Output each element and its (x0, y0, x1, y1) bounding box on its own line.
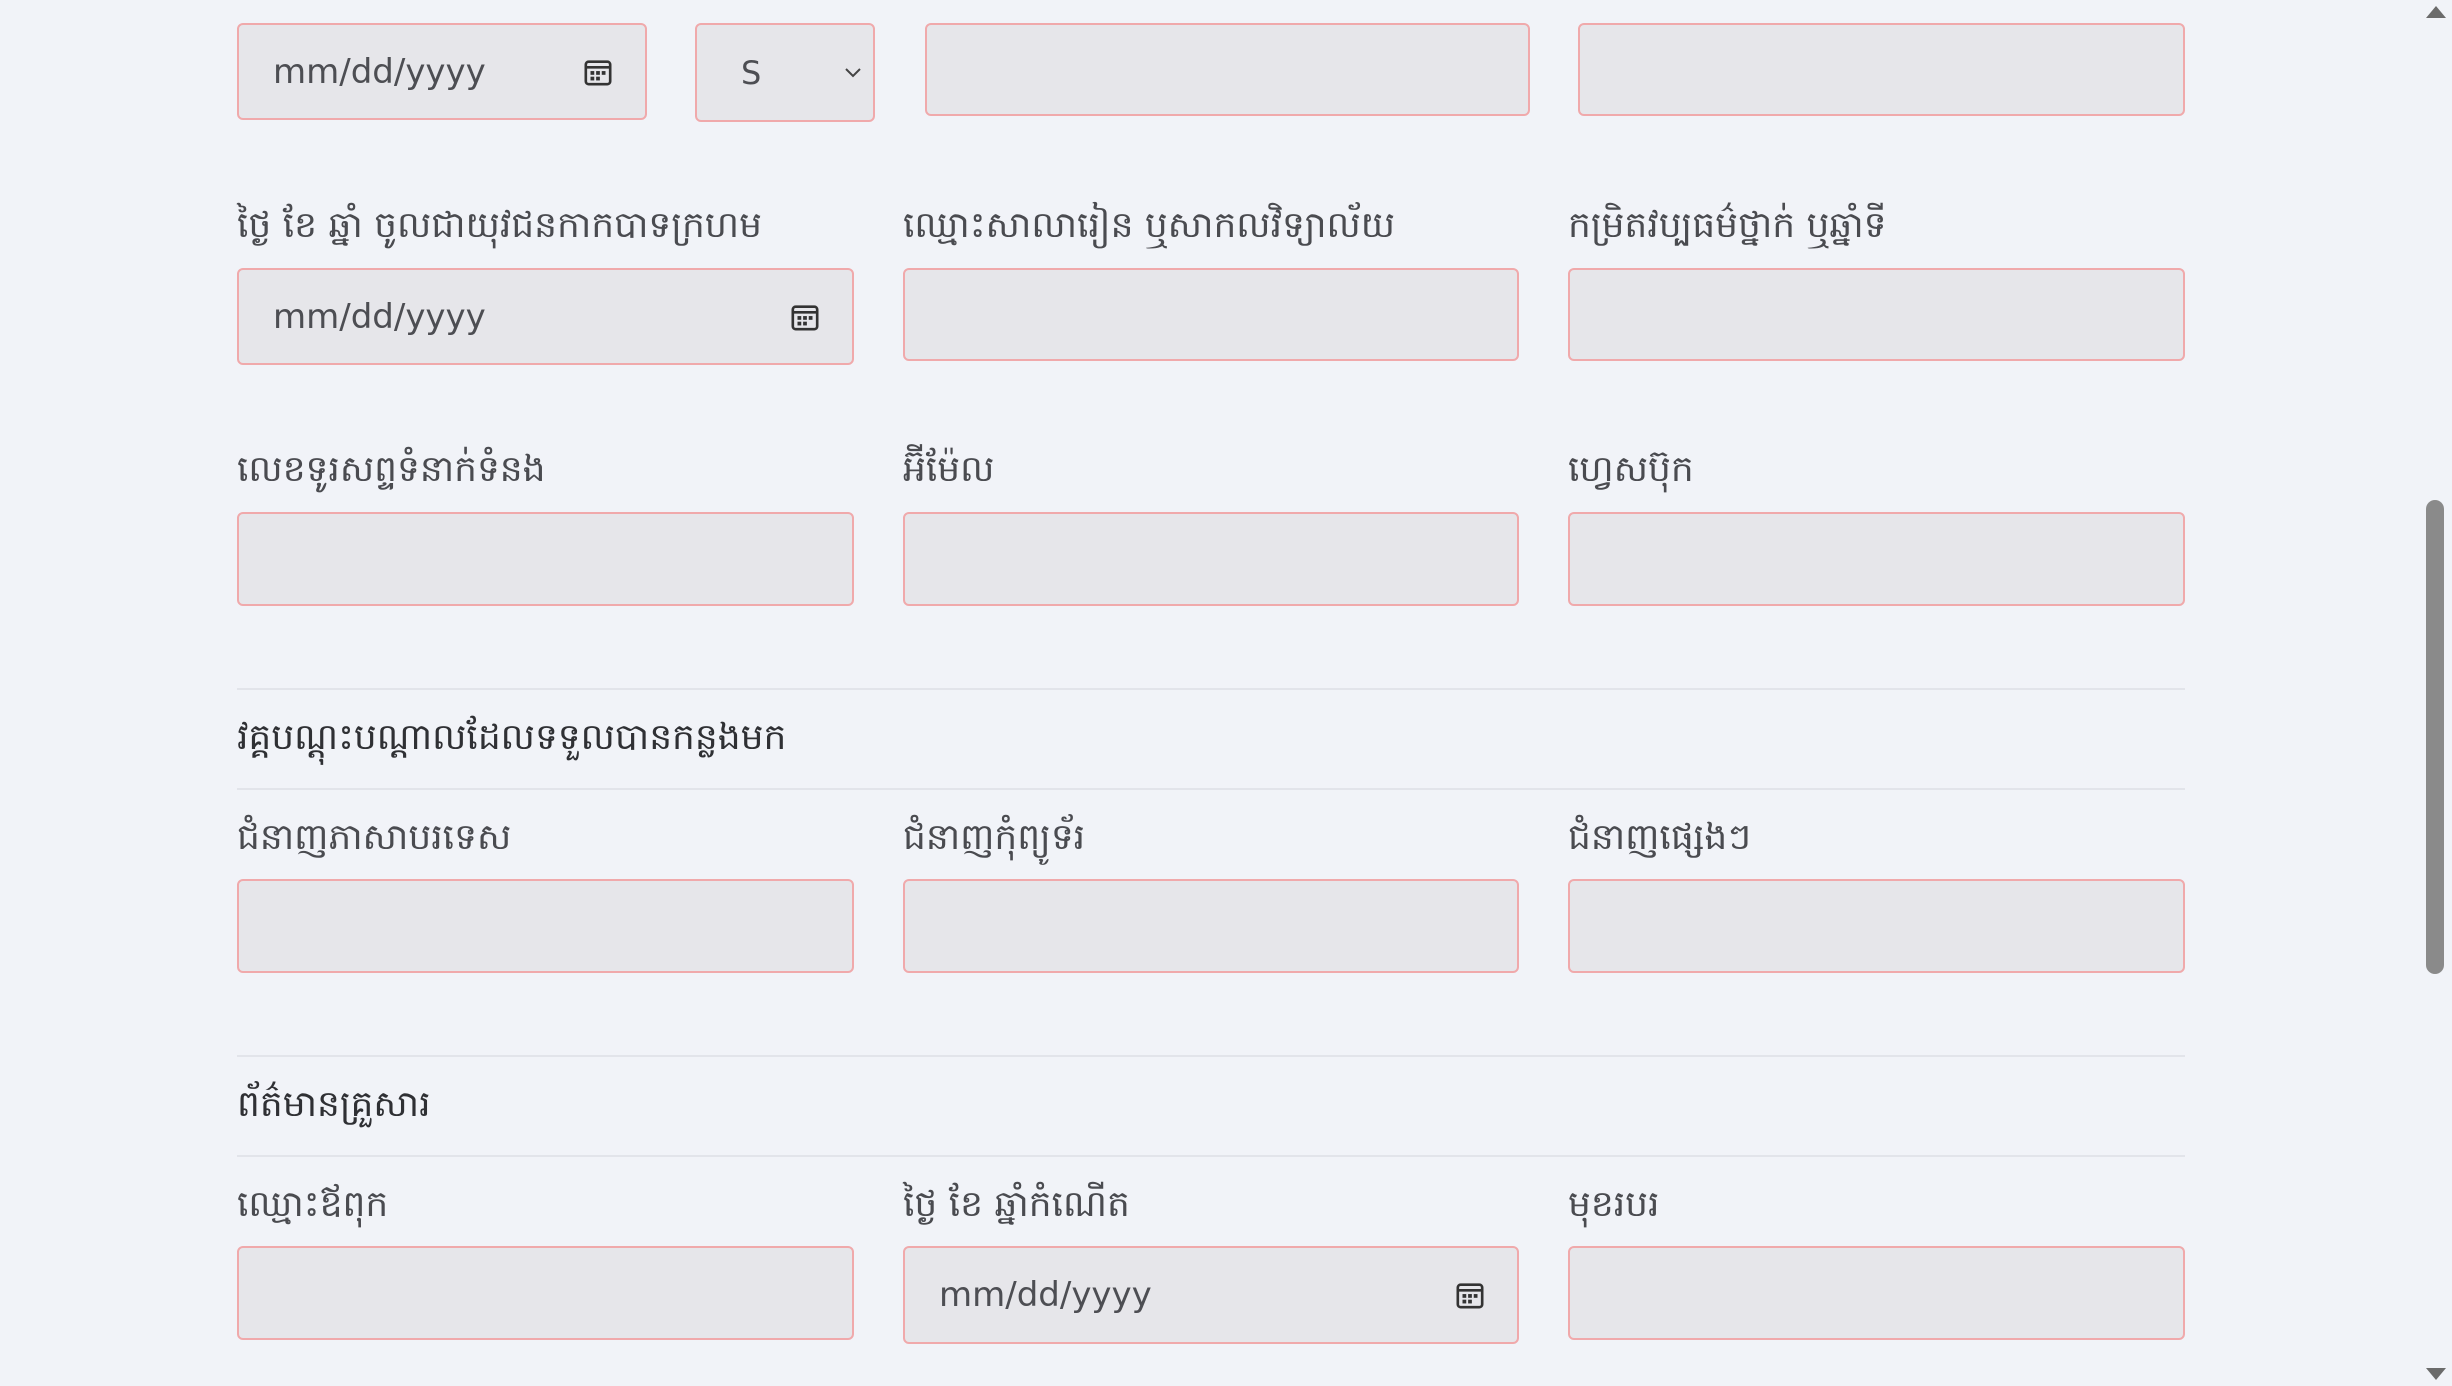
section-divider (237, 1155, 2185, 1157)
calendar-icon[interactable] (1455, 1280, 1485, 1310)
size-select-value: S (741, 53, 762, 92)
father-job-label: មុខរបរ (1568, 1184, 1660, 1225)
father-job-field[interactable] (1568, 1246, 2185, 1340)
father-name-field[interactable] (237, 1246, 854, 1340)
section-divider (237, 1055, 2185, 1057)
father-dob-field[interactable]: mm/dd/yyyy (903, 1246, 1519, 1344)
scroll-down-arrow-icon[interactable] (2426, 1368, 2446, 1380)
date-placeholder: mm/dd/yyyy (273, 51, 486, 92)
father-dob-label: ថ្ងៃ ខែ ឆ្នាំកំណើត (903, 1184, 1130, 1225)
calendar-icon[interactable] (790, 302, 820, 332)
text-field-top-1[interactable] (925, 23, 1530, 116)
grade-label: កម្រិតវប្បធម៌ថ្នាក់ ឬឆ្នាំទី (1568, 205, 1887, 246)
facebook-field[interactable] (1568, 512, 2185, 606)
other-skill-label: ជំនាញផ្សេងៗ (1568, 817, 1751, 858)
phone-label: លេខទូរសព្ទទំនាក់ទំនង (237, 449, 546, 490)
date-placeholder: mm/dd/yyyy (939, 1275, 1152, 1315)
join-date-label: ថ្ងៃ ខែ ឆ្នាំ ចូលជាយុវជនកាកបាទក្រហម (237, 205, 762, 246)
other-skill-field[interactable] (1568, 879, 2185, 973)
scrollbar-thumb[interactable] (2426, 500, 2444, 974)
text-field-top-2[interactable] (1578, 23, 2185, 116)
computer-skill-label: ជំនាញកុំព្យូទ័រ (903, 817, 1086, 858)
email-field[interactable] (903, 512, 1519, 606)
chevron-down-icon (845, 67, 861, 77)
computer-skill-field[interactable] (903, 879, 1519, 973)
scroll-up-arrow-icon[interactable] (2426, 6, 2446, 18)
father-name-label: ឈ្មោះឪពុក (237, 1184, 389, 1225)
facebook-label: ហ្វេសប៊ុក (1568, 449, 1694, 490)
date-field-top[interactable]: mm/dd/yyyy (237, 23, 647, 120)
school-name-field[interactable] (903, 268, 1519, 361)
family-section-title: ព័ត៌មានគ្រួសារ (237, 1084, 431, 1125)
size-select[interactable]: S (695, 23, 875, 122)
calendar-icon[interactable] (583, 57, 613, 87)
date-placeholder: mm/dd/yyyy (273, 296, 486, 337)
section-divider (237, 788, 2185, 790)
phone-field[interactable] (237, 512, 854, 606)
training-section-title: វគ្គបណ្តុះបណ្តាលដែលទទួលបានកន្លងមក (237, 717, 787, 758)
section-divider (237, 688, 2185, 690)
language-skill-field[interactable] (237, 879, 854, 973)
form-page: mm/dd/yyyy S ថ្ងៃ ខែ ឆ្នាំ ចូលជាយុវជនកាក… (0, 0, 2452, 1386)
email-label: អ៊ីម៉ែល (903, 449, 995, 490)
join-date-field[interactable]: mm/dd/yyyy (237, 268, 854, 365)
language-skill-label: ជំនាញភាសាបរទេស (237, 817, 512, 858)
vertical-scrollbar[interactable] (2418, 0, 2452, 1386)
school-name-label: ឈ្មោះសាលារៀន ឬសាកលវិទ្យាល័យ (903, 205, 1396, 246)
grade-field[interactable] (1568, 268, 2185, 361)
